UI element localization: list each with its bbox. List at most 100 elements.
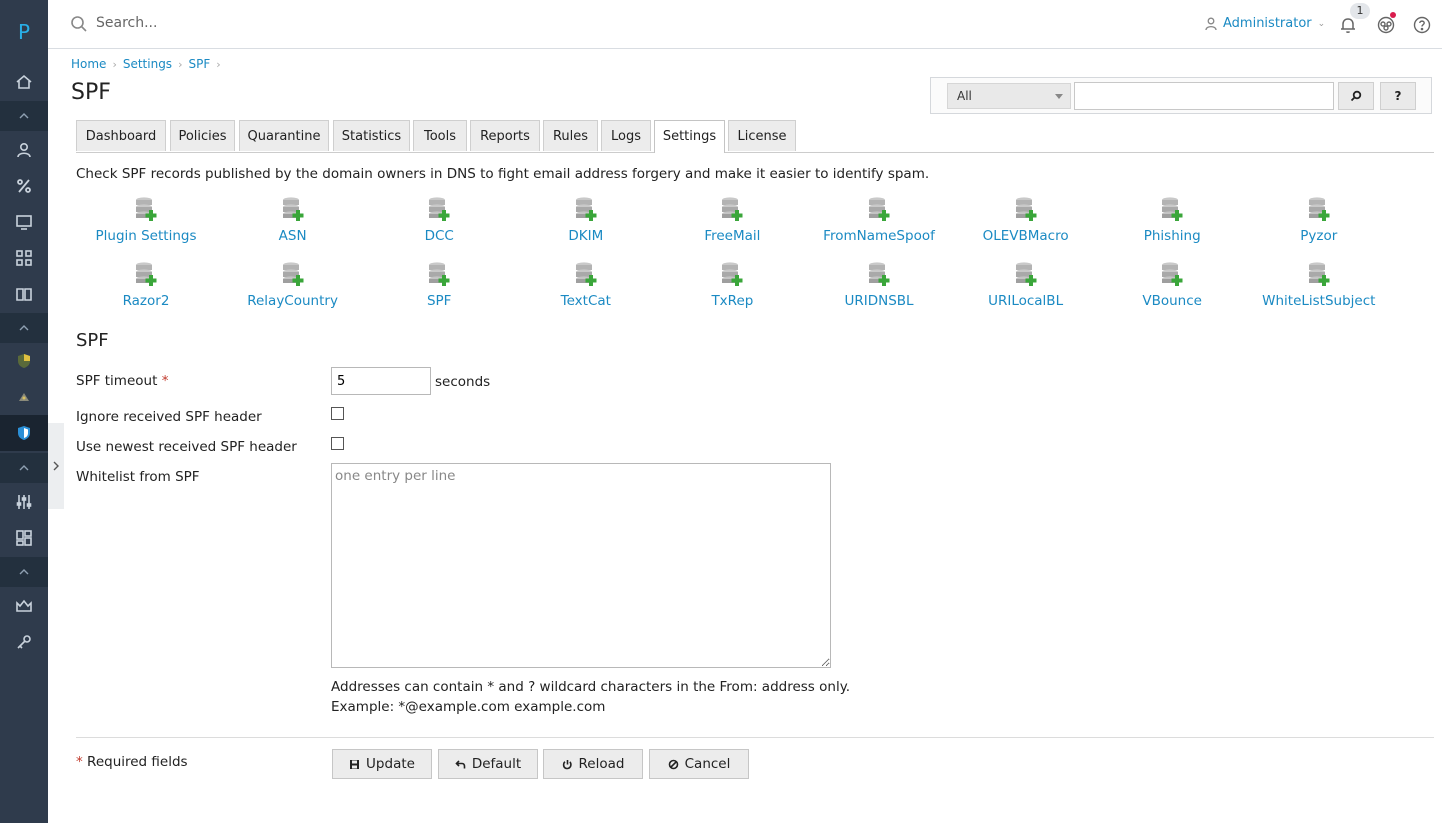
- plugin-asn[interactable]: ASN: [220, 196, 366, 244]
- sidebar-expand-toggle[interactable]: [48, 423, 64, 509]
- undo-icon: [455, 759, 466, 768]
- power-icon: [562, 759, 572, 769]
- plugin-label: SPF: [426, 293, 452, 309]
- timeout-unit: seconds: [435, 374, 491, 390]
- plugin-razor2[interactable]: Razor2: [73, 261, 219, 309]
- tab-rules[interactable]: Rules: [543, 120, 598, 151]
- plugin-olevbmacro[interactable]: OLEVBMacro: [953, 196, 1099, 244]
- filter-select[interactable]: All: [947, 83, 1071, 109]
- whitelist-textarea[interactable]: [331, 463, 831, 668]
- tab-policies[interactable]: Policies: [170, 120, 235, 151]
- team-icon[interactable]: [1376, 15, 1396, 35]
- save-icon: [350, 759, 360, 769]
- dropdown-arrow-icon: [1055, 94, 1063, 99]
- group-collapse-icon[interactable]: [0, 313, 48, 343]
- newest-header-label: Use newest received SPF header: [76, 439, 297, 455]
- sidebar: P: [0, 0, 48, 823]
- mail-shield-icon[interactable]: [0, 415, 48, 451]
- percent-icon[interactable]: [0, 168, 48, 204]
- required-fields-note: * Required fields: [76, 754, 188, 770]
- crown-icon[interactable]: [0, 588, 48, 624]
- plugin-whitelistsubject[interactable]: WhiteListSubject: [1246, 261, 1392, 309]
- cancel-label: Cancel: [684, 756, 731, 772]
- book-icon[interactable]: [0, 276, 48, 312]
- filter-input[interactable]: [1074, 82, 1334, 110]
- reload-label: Reload: [578, 756, 625, 772]
- newest-header-checkbox[interactable]: [331, 437, 344, 450]
- database-add-icon: [869, 262, 890, 286]
- database-add-icon: [1162, 262, 1183, 286]
- cancel-button[interactable]: Cancel: [649, 749, 749, 779]
- plugin-spf[interactable]: SPF: [366, 261, 512, 309]
- spf-timeout-label-text: SPF timeout: [76, 373, 158, 389]
- plugin-plugin-settings[interactable]: Plugin Settings: [73, 196, 219, 244]
- filter-box: All ?: [930, 77, 1432, 114]
- database-add-icon: [869, 197, 890, 221]
- group-collapse-icon[interactable]: [0, 101, 48, 131]
- plugin-label: WhiteListSubject: [1262, 293, 1376, 309]
- default-button[interactable]: Default: [438, 749, 538, 779]
- help-icon[interactable]: [1412, 15, 1432, 35]
- breadcrumb-settings[interactable]: Settings: [123, 57, 172, 71]
- plugin-urilocalbl[interactable]: URILocalBL: [953, 261, 1099, 309]
- tab-logs[interactable]: Logs: [601, 120, 651, 151]
- filter-select-value: All: [957, 89, 972, 103]
- plugin-label: TextCat: [560, 293, 611, 309]
- plugin-dcc[interactable]: DCC: [366, 196, 512, 244]
- required-fields-text: Required fields: [87, 754, 188, 770]
- filter-search-button[interactable]: [1338, 82, 1374, 110]
- plugin-freemail[interactable]: FreeMail: [659, 196, 805, 244]
- tab-dashboard[interactable]: Dashboard: [76, 120, 166, 151]
- shield-icon[interactable]: [0, 343, 48, 379]
- sliders-icon[interactable]: [0, 484, 48, 520]
- ignore-header-checkbox[interactable]: [331, 407, 344, 420]
- plugin-label: VBounce: [1142, 293, 1202, 309]
- filter-help-button[interactable]: ?: [1380, 82, 1416, 110]
- key-icon[interactable]: [0, 624, 48, 660]
- database-add-icon: [429, 262, 450, 286]
- tab-statistics[interactable]: Statistics: [333, 120, 410, 151]
- plugin-label: ASN: [278, 228, 307, 244]
- plugin-uridnsbl[interactable]: URIDNSBL: [806, 261, 952, 309]
- plugin-label: DCC: [424, 228, 454, 244]
- plugin-vbounce[interactable]: VBounce: [1099, 261, 1245, 309]
- user-icon[interactable]: [0, 132, 48, 168]
- tab-license[interactable]: License: [728, 120, 796, 151]
- breadcrumb-home[interactable]: Home: [71, 57, 106, 71]
- group-collapse-icon[interactable]: [0, 557, 48, 587]
- page-title: SPF: [71, 80, 111, 105]
- required-mark: *: [161, 373, 169, 389]
- plugin-label: FreeMail: [704, 228, 761, 244]
- plugin-fromnamespoof[interactable]: FromNameSpoof: [806, 196, 952, 244]
- group-collapse-icon[interactable]: [0, 453, 48, 483]
- plugin-txrep[interactable]: TxRep: [659, 261, 805, 309]
- global-search-input[interactable]: Search...: [96, 15, 157, 31]
- breadcrumb-spf[interactable]: SPF: [188, 57, 210, 71]
- plugin-textcat[interactable]: TextCat: [513, 261, 659, 309]
- tab-reports[interactable]: Reports: [470, 120, 540, 151]
- database-add-icon: [1308, 262, 1330, 286]
- tab-quarantine[interactable]: Quarantine: [239, 120, 329, 151]
- apps-grid-icon[interactable]: [0, 240, 48, 276]
- search-icon: [1350, 90, 1362, 102]
- plugin-dkim[interactable]: DKIM: [513, 196, 659, 244]
- section-title: SPF: [76, 330, 109, 351]
- monitor-icon[interactable]: [0, 204, 48, 240]
- tab-settings[interactable]: Settings: [654, 120, 725, 153]
- reload-button[interactable]: Reload: [543, 749, 643, 779]
- home-icon[interactable]: [0, 64, 48, 100]
- app-logo[interactable]: P: [0, 14, 48, 50]
- dashboard-layout-icon[interactable]: [0, 520, 48, 556]
- user-menu[interactable]: Administrator ⌄: [1205, 16, 1325, 31]
- plugin-phishing[interactable]: Phishing: [1099, 196, 1245, 244]
- database-add-icon: [722, 197, 743, 221]
- spam-tool-icon[interactable]: [0, 379, 48, 415]
- update-button[interactable]: Update: [332, 749, 432, 779]
- database-add-icon: [136, 197, 157, 221]
- database-add-icon: [722, 262, 743, 286]
- spf-timeout-input[interactable]: [331, 367, 431, 395]
- ignore-header-label: Ignore received SPF header: [76, 409, 262, 425]
- tab-tools[interactable]: Tools: [413, 120, 467, 151]
- plugin-pyzor[interactable]: Pyzor: [1246, 196, 1392, 244]
- plugin-relaycountry[interactable]: RelayCountry: [220, 261, 366, 309]
